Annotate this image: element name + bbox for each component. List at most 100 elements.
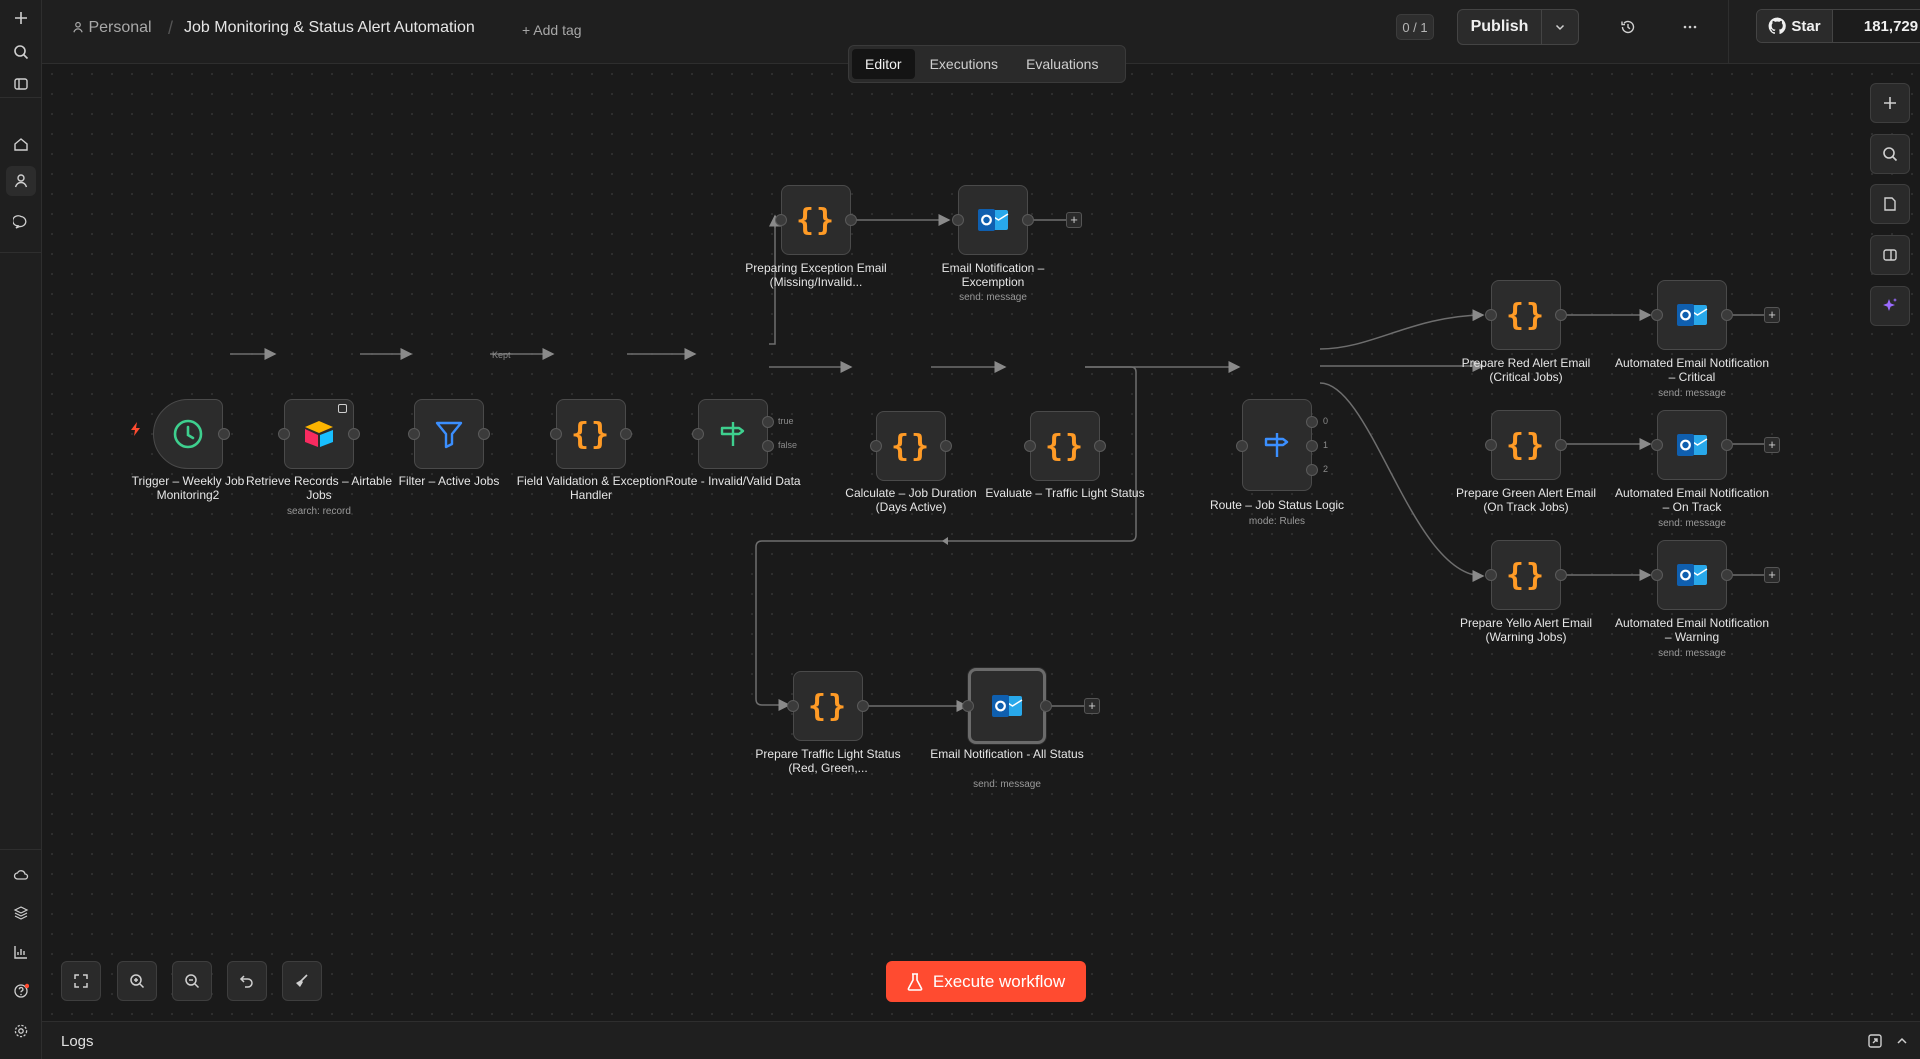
sidebar-toggle-icon[interactable] xyxy=(6,69,36,99)
add-tag-button[interactable]: + Add tag xyxy=(522,20,582,40)
code-icon: {} xyxy=(1505,427,1547,463)
node-calc-duration[interactable]: {} xyxy=(876,411,946,481)
insights-icon[interactable] xyxy=(6,937,36,967)
ai-assistant-button[interactable] xyxy=(1870,286,1910,326)
node-email-ontrack[interactable] xyxy=(1657,410,1727,480)
home-icon[interactable] xyxy=(6,129,36,159)
outlook-icon xyxy=(1677,434,1708,456)
n8n-app: Personal / Job Monitoring & Status Alert… xyxy=(0,0,1920,1059)
node-prep-red[interactable]: {} xyxy=(1491,280,1561,350)
personal-icon[interactable] xyxy=(6,166,36,196)
toggle-panel-button[interactable] xyxy=(1870,235,1910,275)
node-filter-label: Filter – Active Jobs xyxy=(398,474,500,488)
sticky-note-button[interactable] xyxy=(1870,184,1910,224)
plus-icon xyxy=(1884,97,1896,109)
node-email-critical[interactable] xyxy=(1657,280,1727,350)
panel-icon xyxy=(1883,249,1897,261)
breadcrumb-separator: / xyxy=(168,18,174,38)
route-valid-output-false: false xyxy=(778,440,798,450)
undo-button[interactable] xyxy=(227,961,267,1001)
sparkle-icon xyxy=(1883,298,1897,311)
left-rail xyxy=(0,0,42,1059)
zoom-in-icon xyxy=(130,974,145,989)
add-node-panel-button[interactable] xyxy=(1870,83,1910,123)
outlook-icon xyxy=(992,695,1023,717)
outlook-icon xyxy=(1677,304,1708,326)
tab-evaluations[interactable]: Evaluations xyxy=(1013,49,1111,79)
execute-workflow-button[interactable]: Execute workflow xyxy=(886,961,1086,1002)
chat-icon[interactable] xyxy=(6,207,36,237)
logs-panel[interactable]: Logs xyxy=(42,1021,1920,1059)
node-prep-yellow[interactable]: {} xyxy=(1491,540,1561,610)
code-icon: {} xyxy=(890,428,932,464)
help-icon[interactable] xyxy=(6,976,36,1006)
node-route-status[interactable] xyxy=(1242,399,1312,491)
add-node-button[interactable]: + xyxy=(1764,437,1780,453)
node-route-valid[interactable] xyxy=(698,399,768,469)
cloud-icon[interactable] xyxy=(6,860,36,890)
add-node-button[interactable]: + xyxy=(1066,212,1082,228)
node-email-warning[interactable] xyxy=(1657,540,1727,610)
add-node-button[interactable]: + xyxy=(1764,567,1780,583)
zoom-out-icon xyxy=(185,974,200,989)
search-nodes-button[interactable] xyxy=(1870,134,1910,174)
fit-view-button[interactable] xyxy=(61,961,101,1001)
breadcrumb-project[interactable]: Personal xyxy=(72,18,152,38)
add-node-button[interactable]: + xyxy=(1084,698,1100,714)
tab-editor[interactable]: Editor xyxy=(852,49,915,79)
add-icon[interactable] xyxy=(6,3,36,33)
open-logs-icon[interactable] xyxy=(1867,1033,1883,1054)
outlook-icon xyxy=(978,209,1009,231)
more-icon[interactable] xyxy=(1677,14,1703,40)
node-evaluate[interactable]: {} xyxy=(1030,411,1100,481)
route-status-output-0: 0 xyxy=(1323,416,1329,426)
zoom-out-button[interactable] xyxy=(172,961,212,1001)
code-icon: {} xyxy=(807,688,849,724)
node-route-status-label: Route – Job Status Logic xyxy=(1209,498,1345,512)
search-icon xyxy=(1883,147,1898,162)
node-email-exception-sub: send: message xyxy=(959,292,1027,303)
node-prep-exception-label: Preparing Exception Email (Missing/Inval… xyxy=(745,261,887,289)
chevron-down-icon[interactable] xyxy=(1542,10,1578,44)
node-filter[interactable] xyxy=(414,399,484,469)
flask-icon xyxy=(907,972,923,991)
node-email-critical-sub: send: message xyxy=(1658,388,1726,399)
settings-icon[interactable] xyxy=(6,1016,36,1046)
edge-label-kept: Kept xyxy=(492,350,511,360)
node-prep-exception[interactable]: {} xyxy=(781,185,851,255)
fit-view-icon xyxy=(74,974,88,988)
workflow-canvas[interactable]: Kept Trigger – Weekly Job Monitoring2 Re… xyxy=(42,64,1920,1022)
add-node-button[interactable]: + xyxy=(1764,307,1780,323)
route-valid-output-true: true xyxy=(778,416,794,426)
chevron-up-icon[interactable] xyxy=(1894,1033,1910,1054)
templates-icon[interactable] xyxy=(6,898,36,928)
code-icon: {} xyxy=(1505,557,1547,593)
brush-icon xyxy=(296,974,308,987)
publish-button[interactable]: Publish xyxy=(1458,10,1542,44)
node-trigger[interactable] xyxy=(153,399,223,469)
node-retrieve-sub: search: record xyxy=(287,506,351,517)
node-email-all-status[interactable] xyxy=(968,668,1046,744)
workflow-title[interactable]: Job Monitoring & Status Alert Automation xyxy=(184,18,475,38)
pin-icon xyxy=(338,404,347,413)
node-email-warning-sub: send: message xyxy=(1658,648,1726,659)
history-icon[interactable] xyxy=(1615,14,1641,40)
tidy-up-button[interactable] xyxy=(282,961,322,1001)
node-prep-green-label: Prepare Green Alert Email (On Track Jobs… xyxy=(1455,486,1597,514)
zoom-in-button[interactable] xyxy=(117,961,157,1001)
github-star-group[interactable]: Star 181,729 xyxy=(1756,9,1920,43)
tab-executions[interactable]: Executions xyxy=(917,49,1011,79)
node-field-validation[interactable]: {} xyxy=(556,399,626,469)
node-prep-green[interactable]: {} xyxy=(1491,410,1561,480)
node-email-exception[interactable] xyxy=(958,185,1028,255)
undo-icon xyxy=(239,975,253,988)
publish-group: Publish xyxy=(1457,9,1579,45)
node-calc-duration-label: Calculate – Job Duration (Days Active) xyxy=(845,486,977,514)
github-icon xyxy=(1768,17,1787,35)
search-icon[interactable] xyxy=(6,37,36,67)
node-prep-traffic[interactable]: {} xyxy=(793,671,863,741)
trigger-execute-icon[interactable] xyxy=(130,422,142,441)
code-icon: {} xyxy=(1505,297,1547,333)
github-star-button[interactable]: Star xyxy=(1757,10,1833,42)
route-icon xyxy=(1264,433,1289,457)
